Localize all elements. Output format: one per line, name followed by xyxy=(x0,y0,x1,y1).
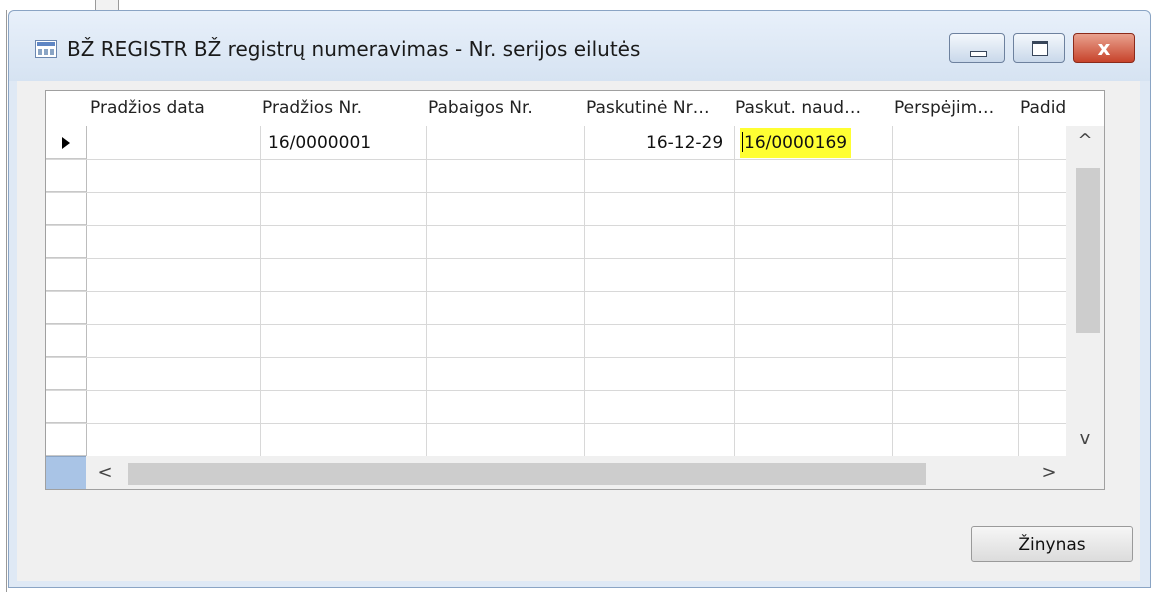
column-header-last-used-no[interactable]: Paskut. naud… xyxy=(735,91,891,126)
scroll-up-icon[interactable]: ^ xyxy=(1066,126,1104,156)
selection-corner xyxy=(46,456,86,489)
column-divider[interactable] xyxy=(426,91,427,456)
column-header-warning[interactable]: Perspėjim… xyxy=(894,91,1018,126)
desktop-left-edge xyxy=(0,10,8,592)
row-divider xyxy=(46,324,1066,325)
column-header-increment[interactable]: Padidint xyxy=(1020,91,1066,126)
column-header-end-no[interactable]: Pabaigos Nr. xyxy=(428,91,582,126)
column-header-start-date[interactable]: Pradžios data xyxy=(90,91,256,126)
row-divider xyxy=(46,192,1066,193)
minimize-button[interactable] xyxy=(949,33,1005,63)
row-selector[interactable] xyxy=(46,390,86,423)
horizontal-scrollbar[interactable]: < > xyxy=(86,456,1066,489)
column-header-start-no[interactable]: Pradžios Nr. xyxy=(262,91,424,126)
row-selector[interactable] xyxy=(46,258,86,291)
row-selector[interactable] xyxy=(46,225,86,258)
row-selector-column xyxy=(46,91,87,456)
row-divider xyxy=(46,291,1066,292)
column-divider[interactable] xyxy=(1018,91,1019,456)
maximize-button[interactable] xyxy=(1013,33,1065,63)
help-button[interactable]: Žinynas xyxy=(971,526,1133,562)
column-header-row: Pradžios data Pradžios Nr. Pabaigos Nr. … xyxy=(46,91,1094,126)
column-divider[interactable] xyxy=(892,91,893,456)
row-selector[interactable] xyxy=(46,192,86,225)
series-lines-grid: Pradžios data Pradžios Nr. Pabaigos Nr. … xyxy=(45,90,1105,490)
row-selector[interactable] xyxy=(46,159,86,192)
scroll-right-icon[interactable]: > xyxy=(1034,456,1064,489)
desktop-background-strip xyxy=(0,0,1155,10)
row-divider xyxy=(46,390,1066,391)
minimize-icon xyxy=(970,51,987,57)
dialog-window: BŽ REGISTR BŽ registrų numeravimas - Nr.… xyxy=(8,10,1151,588)
text-caret xyxy=(742,132,743,152)
background-window-fragment xyxy=(95,0,119,10)
window-title: BŽ REGISTR BŽ registrų numeravimas - Nr.… xyxy=(67,37,641,61)
vertical-scrollbar[interactable]: ^ v xyxy=(1066,126,1104,456)
scroll-down-icon[interactable]: v xyxy=(1066,424,1104,454)
row-divider xyxy=(46,159,1066,160)
cell-last-used-no-editing[interactable]: 16/0000169 xyxy=(740,128,852,158)
horizontal-scroll-thumb[interactable] xyxy=(128,463,926,485)
client-area: Pradžios data Pradžios Nr. Pabaigos Nr. … xyxy=(17,81,1140,581)
row-divider xyxy=(46,423,1066,424)
close-icon: x xyxy=(1097,36,1111,60)
column-divider[interactable] xyxy=(734,91,735,456)
row-selector[interactable] xyxy=(46,423,86,456)
row-divider xyxy=(46,258,1066,259)
current-row-arrow-icon xyxy=(62,137,70,149)
vertical-scroll-thumb[interactable] xyxy=(1076,168,1100,333)
cell-last-date[interactable]: 16-12-29 xyxy=(646,128,723,158)
scroll-left-icon[interactable]: < xyxy=(90,456,120,489)
column-header-last-date[interactable]: Paskutinė Nr… xyxy=(586,91,734,126)
cell-last-used-no-value: 16/0000169 xyxy=(744,133,848,153)
row-divider xyxy=(46,357,1066,358)
column-divider[interactable] xyxy=(260,91,261,456)
table-window-icon xyxy=(35,40,57,58)
title-bar[interactable]: BŽ REGISTR BŽ registrų numeravimas - Nr.… xyxy=(9,11,1150,81)
close-button[interactable]: x xyxy=(1073,33,1135,63)
row-selector[interactable] xyxy=(46,324,86,357)
cell-start-no[interactable]: 16/0000001 xyxy=(268,128,371,158)
row-selector[interactable] xyxy=(46,357,86,390)
row-selector[interactable] xyxy=(46,291,86,324)
row-divider xyxy=(46,225,1066,226)
row-selector[interactable] xyxy=(46,126,86,159)
maximize-icon xyxy=(1032,41,1048,56)
column-divider[interactable] xyxy=(584,91,585,456)
scrollbar-corner xyxy=(1066,456,1104,489)
